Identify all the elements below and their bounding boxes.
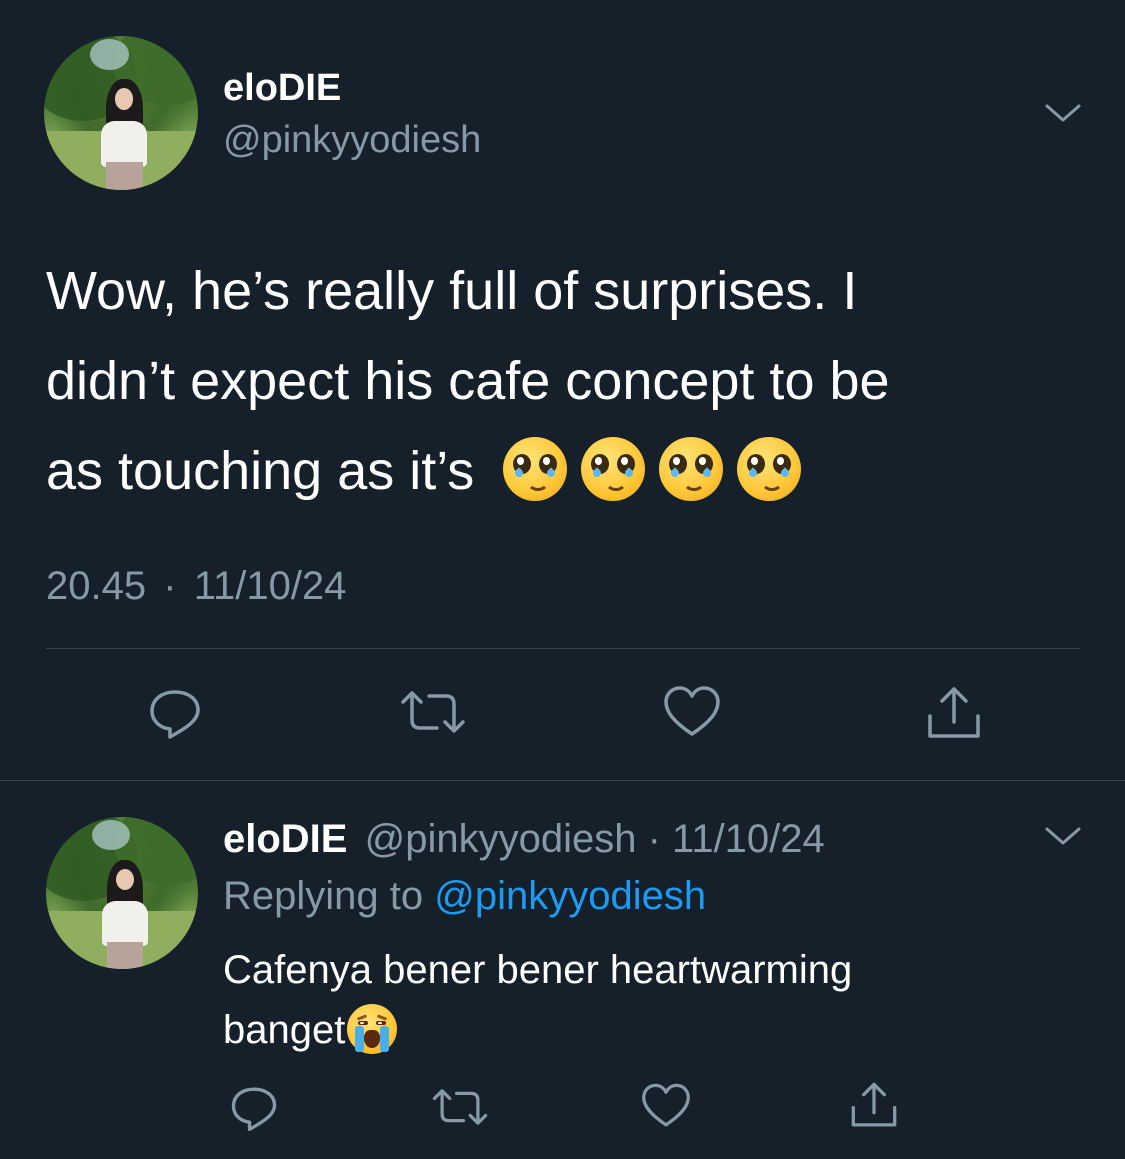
pleading-face-icon [737, 436, 802, 501]
pleading-face-icon [659, 436, 724, 501]
share-icon[interactable] [924, 684, 984, 742]
reply-text-line: banget [223, 1000, 1083, 1060]
avatar[interactable] [44, 36, 198, 190]
loudly-crying-face-icon [347, 1004, 398, 1055]
reply-header: eloDIE @pinkyyodiesh · 11/10/24 [223, 815, 825, 863]
tweet-text-segment: as touching as it’s [46, 441, 475, 501]
pleading-face-icon [503, 436, 568, 501]
tweet-time: 20.45 [46, 564, 147, 608]
pleading-face-icon [581, 436, 646, 501]
user-handle[interactable]: @pinkyyodiesh [223, 118, 481, 162]
display-name[interactable]: eloDIE [223, 66, 341, 110]
chevron-down-icon[interactable] [1043, 100, 1083, 131]
reply-icon[interactable] [147, 684, 203, 740]
tweet-date: 11/10/24 [193, 564, 347, 608]
reply-text-line: Cafenya bener bener heartwarming [223, 948, 853, 992]
emoji-group [503, 426, 802, 516]
tweet-timestamp[interactable]: 20.45 · 11/10/24 [46, 562, 346, 610]
tweet-text-line: as touching as it’s [46, 426, 1096, 516]
reply-text-segment: banget [223, 1008, 346, 1052]
share-icon[interactable] [848, 1080, 900, 1130]
display-name[interactable]: eloDIE [223, 817, 347, 861]
replying-to-handle[interactable]: @pinkyyodiesh [434, 874, 706, 918]
divider [46, 648, 1080, 649]
section-divider [0, 780, 1125, 781]
heart-icon[interactable] [662, 684, 722, 740]
retweet-icon[interactable] [431, 1086, 489, 1128]
heart-icon[interactable] [640, 1082, 692, 1130]
replying-to-label: Replying to [223, 874, 424, 918]
separator-dot: · [163, 564, 177, 608]
reply-text: Cafenya bener bener heartwarming banget [223, 940, 1083, 1060]
avatar[interactable] [46, 817, 198, 969]
separator-dot: · [647, 817, 661, 861]
tweet-text-line: didn’t expect his cafe concept to be [46, 351, 890, 411]
chevron-down-icon[interactable] [1043, 823, 1083, 854]
user-handle[interactable]: @pinkyyodiesh [365, 817, 637, 861]
tweet-text-line: Wow, he’s really full of surprises. I [46, 261, 858, 321]
tweet-date[interactable]: 11/10/24 [672, 817, 825, 861]
retweet-icon[interactable] [399, 688, 467, 736]
tweet-text: Wow, he’s really full of surprises. I di… [46, 246, 1096, 516]
replying-to: Replying to @pinkyyodiesh [223, 872, 706, 920]
reply-icon[interactable] [229, 1082, 279, 1132]
